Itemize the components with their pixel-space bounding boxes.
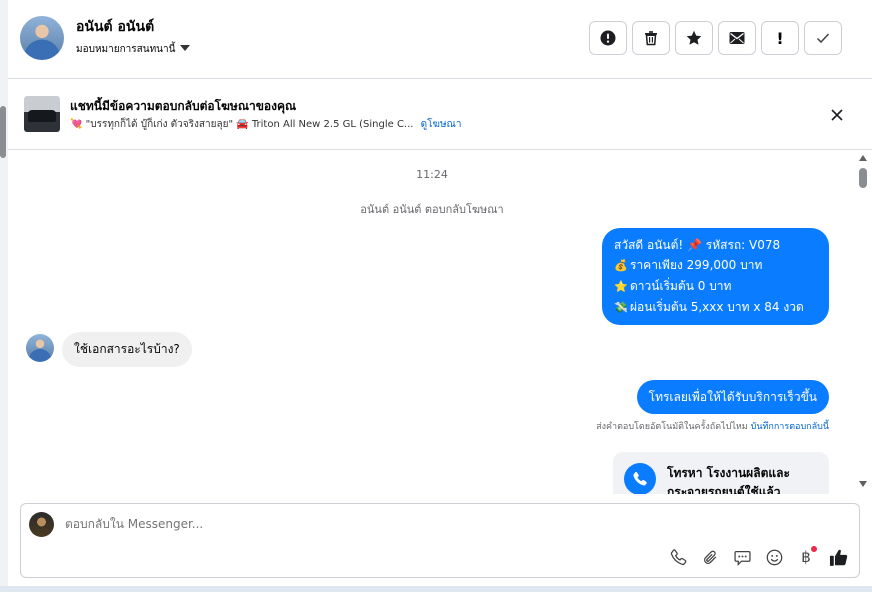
left-scrollbar[interactable] bbox=[0, 0, 8, 592]
call-card-text: โทรหา โรงงานผลิตและกระจายรถยนต์ใช้แล้ว bbox=[667, 466, 790, 494]
important-button[interactable]: ! bbox=[761, 21, 799, 55]
close-banner-button[interactable] bbox=[826, 104, 848, 126]
car-image bbox=[28, 110, 56, 122]
ad-banner-subtitle: 💘 "บรรทุกก็ได้ บู๊ก็เก่ง ตัวจริงสายลุย" … bbox=[70, 117, 461, 132]
assign-conversation-dropdown[interactable]: มอบหมายการสนทนานี้ bbox=[76, 42, 191, 57]
message-scrollbar-thumb[interactable] bbox=[859, 168, 867, 188]
message-line-text: ดาวน์เริ่มต้น 0 บาท bbox=[630, 279, 732, 293]
ad-banner-title: แชทนี้มีข้อความตอบกลับต่อโฆษณาของคุณ bbox=[70, 99, 297, 113]
exclamation-icon: ! bbox=[776, 28, 784, 48]
assign-label: มอบหมายการสนทนานี้ bbox=[76, 44, 176, 55]
bottom-edge bbox=[0, 586, 872, 592]
thumbs-up-icon bbox=[829, 549, 847, 566]
mail-button[interactable] bbox=[718, 21, 756, 55]
done-button[interactable] bbox=[804, 21, 842, 55]
scroll-up-arrow-icon[interactable] bbox=[859, 155, 867, 161]
message-line: ⭐ ดาวน์เริ่มต้น 0 บาท bbox=[614, 276, 817, 297]
reply-composer: ฿ bbox=[20, 503, 860, 578]
chat-icon bbox=[733, 550, 751, 566]
outgoing-message[interactable]: สวัสดี อนันต์! 📌 รหัสรถ: V078 💰 ราคาเพียง… bbox=[602, 228, 829, 325]
message-line: 💰 ราคาเพียง 299,000 บาท bbox=[614, 255, 817, 276]
attach-button[interactable] bbox=[699, 546, 721, 568]
reply-input[interactable] bbox=[65, 517, 825, 531]
call-tool-button[interactable] bbox=[667, 546, 689, 568]
incoming-message[interactable]: ใช้เอกสารอะไรบ้าง? bbox=[62, 332, 192, 367]
money-bag-icon: 💰 bbox=[614, 259, 628, 272]
baht-icon: ฿ bbox=[801, 548, 811, 566]
message-scrollbar[interactable] bbox=[856, 150, 872, 494]
notification-dot bbox=[811, 546, 817, 552]
emoji-icon bbox=[766, 549, 782, 565]
close-icon bbox=[831, 109, 843, 121]
caret-down-icon bbox=[180, 45, 191, 51]
view-ad-link[interactable]: ดูโฆษณา bbox=[421, 119, 462, 130]
ad-thumbnail[interactable] bbox=[24, 96, 60, 132]
contact-avatar[interactable] bbox=[26, 334, 54, 362]
like-button[interactable] bbox=[827, 546, 849, 568]
spam-button[interactable] bbox=[589, 21, 627, 55]
auto-reply-suggestion: ส่งคำตอบโดยอัตโนมัติในครั้งถัดไปไหม บันท… bbox=[596, 419, 829, 433]
ad-product: Triton All New 2.5 GL (Single C... bbox=[251, 119, 414, 130]
checkmark-icon bbox=[816, 33, 830, 44]
emoji-button[interactable] bbox=[763, 546, 785, 568]
call-button-card[interactable]: โทรหา โรงงานผลิตและกระจายรถยนต์ใช้แล้ว bbox=[613, 452, 829, 494]
star-button[interactable] bbox=[675, 21, 713, 55]
car-icon: 🚘 bbox=[236, 119, 249, 130]
heart-icon: 💘 bbox=[70, 119, 83, 130]
save-reply-link[interactable]: บันทึกการตอบกลับนี้ bbox=[751, 422, 829, 432]
message-line-text: ผ่อนเริ่มต้น 5,xxx บาท x 84 งวด bbox=[630, 300, 804, 314]
alert-circle-icon bbox=[600, 30, 616, 46]
composer-toolbar: ฿ bbox=[657, 546, 849, 568]
payment-button[interactable]: ฿ bbox=[795, 546, 817, 568]
message-line-text: สวัสดี อนันต์! 📌 รหัสรถ: V078 bbox=[614, 238, 781, 252]
trash-icon bbox=[645, 31, 657, 46]
conversation-header: อนันต์ อนันต์ มอบหมายการสนทนานี้ ! bbox=[8, 0, 872, 79]
replied-to-ad-note: อนันต์ อนันต์ ตอบกลับโฆษณา bbox=[360, 203, 504, 216]
message-line: 💸 ผ่อนเริ่มต้น 5,xxx บาท x 84 งวด bbox=[614, 297, 817, 318]
scroll-down-arrow-icon[interactable] bbox=[859, 481, 867, 487]
star-emoji-icon: ⭐ bbox=[614, 280, 628, 293]
money-wings-icon: 💸 bbox=[614, 301, 628, 314]
message-list[interactable]: 11:24 อนันต์ อนันต์ ตอบกลับโฆษณา สวัสดี … bbox=[8, 150, 856, 494]
page-avatar bbox=[29, 512, 54, 537]
attachment-icon bbox=[703, 550, 716, 564]
ad-tagline: "บรรทุกก็ได้ บู๊ก็เก่ง ตัวจริงสายลุย" bbox=[85, 119, 234, 130]
message-line: สวัสดี อนันต์! 📌 รหัสรถ: V078 bbox=[614, 235, 817, 255]
delete-button[interactable] bbox=[632, 21, 670, 55]
left-scrollbar-thumb[interactable] bbox=[0, 106, 6, 158]
ad-reply-banner: แชทนี้มีข้อความตอบกลับต่อโฆษณาของคุณ 💘 "… bbox=[8, 80, 872, 150]
outgoing-message[interactable]: โทรเลยเพื่อให้ได้รับบริการเร็วขึ้น bbox=[636, 380, 829, 414]
avatar[interactable] bbox=[20, 16, 64, 60]
contact-name[interactable]: อนันต์ อนันต์ bbox=[76, 16, 154, 38]
message-line-text: ราคาเพียง 299,000 บาท bbox=[630, 258, 763, 272]
saved-replies-button[interactable] bbox=[731, 546, 753, 568]
auto-reply-note: ส่งคำตอบโดยอัตโนมัติในครั้งถัดไปไหม bbox=[596, 422, 748, 432]
phone-icon bbox=[670, 548, 686, 565]
star-icon bbox=[686, 30, 702, 45]
envelope-icon bbox=[729, 32, 745, 44]
phone-icon bbox=[624, 463, 656, 494]
message-timestamp: 11:24 bbox=[416, 168, 448, 181]
